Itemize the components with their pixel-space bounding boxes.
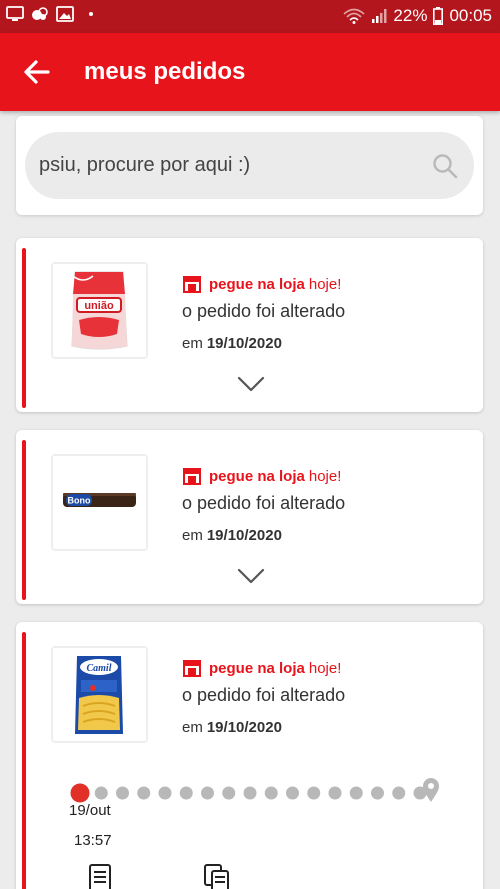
timeline-step	[158, 786, 172, 800]
location-pin-icon	[423, 778, 439, 802]
timeline-step	[328, 786, 342, 800]
pickup-when: hoje!	[308, 467, 342, 485]
timeline-step	[349, 786, 363, 800]
search-box[interactable]	[25, 132, 474, 199]
order-accent-bar	[22, 440, 26, 600]
order-card[interactable]: Bono pegue na loja hoje! o pedido foi al…	[16, 430, 483, 604]
search-card	[16, 116, 483, 215]
pickup-label: pegue na loja	[209, 275, 305, 293]
chevron-down-icon[interactable]	[236, 375, 266, 393]
date-value: 19/10/2020	[206, 335, 282, 352]
order-card-expanded[interactable]: Camil pegue na loja hoje! o pedido foi a…	[16, 622, 483, 889]
product-thumbnail: união	[51, 262, 148, 359]
order-status: o pedido foi alterado	[182, 301, 346, 321]
timeline-step	[243, 786, 257, 800]
timeline-step	[94, 786, 108, 800]
timeline-step	[286, 786, 299, 800]
timeline-step	[116, 786, 129, 800]
copy-order-icon[interactable]	[201, 862, 233, 889]
timeline-step	[307, 786, 321, 800]
signal-icon	[372, 9, 387, 23]
notification-icon	[32, 7, 48, 20]
svg-text:Bono: Bono	[68, 496, 91, 506]
pasta-package-image: Camil	[75, 656, 123, 734]
status-bar-left	[6, 6, 93, 22]
order-date: em 19/10/2020	[182, 335, 282, 352]
app-bar: meus pedidos	[0, 33, 500, 111]
svg-text:Camil: Camil	[86, 663, 111, 674]
svg-text:união: união	[84, 300, 114, 312]
pickup-label: pegue na loja	[209, 467, 305, 485]
biscuit-package-image: Bono	[63, 493, 136, 507]
search-input[interactable]	[39, 132, 419, 199]
wifi-icon	[343, 8, 365, 24]
timeline-day: 19/out	[69, 802, 111, 819]
order-date: em 19/10/2020	[182, 719, 282, 736]
timeline-step	[264, 786, 278, 800]
timeline-step	[222, 786, 236, 800]
image-icon	[56, 6, 74, 22]
timeline-step	[137, 786, 151, 800]
notification-dot	[89, 12, 93, 16]
order-date: em 19/10/2020	[182, 527, 282, 544]
timeline-step	[371, 786, 384, 800]
sugar-package-image: união	[71, 271, 128, 350]
date-prefix: em	[182, 335, 203, 352]
timeline-step	[392, 786, 406, 800]
status-bar-right: 22% 00:05	[343, 6, 492, 26]
order-accent-bar	[22, 248, 26, 408]
timeline-step	[179, 786, 193, 800]
order-details-icon[interactable]	[84, 862, 116, 889]
arrow-left-icon[interactable]	[20, 55, 54, 89]
product-thumbnail: Camil	[51, 646, 148, 743]
battery-icon	[433, 7, 444, 25]
date-prefix: em	[182, 527, 203, 544]
battery-percentage: 22%	[393, 6, 428, 25]
store-icon	[183, 468, 201, 485]
status-bar: 22% 00:05	[0, 0, 500, 33]
page-title: meus pedidos	[84, 58, 246, 85]
pickup-label: pegue na loja	[209, 659, 305, 677]
pickup-info: pegue na loja hoje!	[182, 658, 341, 678]
order-card[interactable]: união pegue na loja hoje! o pedido foi a…	[16, 238, 483, 412]
order-status: o pedido foi alterado	[182, 685, 346, 705]
order-timeline	[70, 778, 439, 803]
store-icon	[183, 660, 201, 677]
timeline-time: 13:57	[74, 832, 112, 849]
store-icon	[183, 276, 201, 293]
order-accent-bar	[22, 632, 26, 889]
search-icon[interactable]	[432, 153, 458, 179]
pickup-when: hoje!	[308, 659, 342, 677]
pickup-info: pegue na loja hoje!	[182, 466, 341, 486]
pickup-info: pegue na loja hoje!	[182, 274, 341, 294]
screen-cast-icon	[6, 6, 24, 21]
timeline-step	[201, 786, 214, 800]
chevron-down-icon[interactable]	[236, 567, 266, 585]
date-value: 19/10/2020	[206, 527, 282, 544]
date-prefix: em	[182, 719, 203, 736]
product-thumbnail: Bono	[51, 454, 148, 551]
timeline-step-active	[70, 783, 90, 803]
pickup-when: hoje!	[308, 275, 342, 293]
clock: 00:05	[449, 6, 492, 25]
order-status: o pedido foi alterado	[182, 493, 346, 513]
date-value: 19/10/2020	[206, 719, 282, 736]
